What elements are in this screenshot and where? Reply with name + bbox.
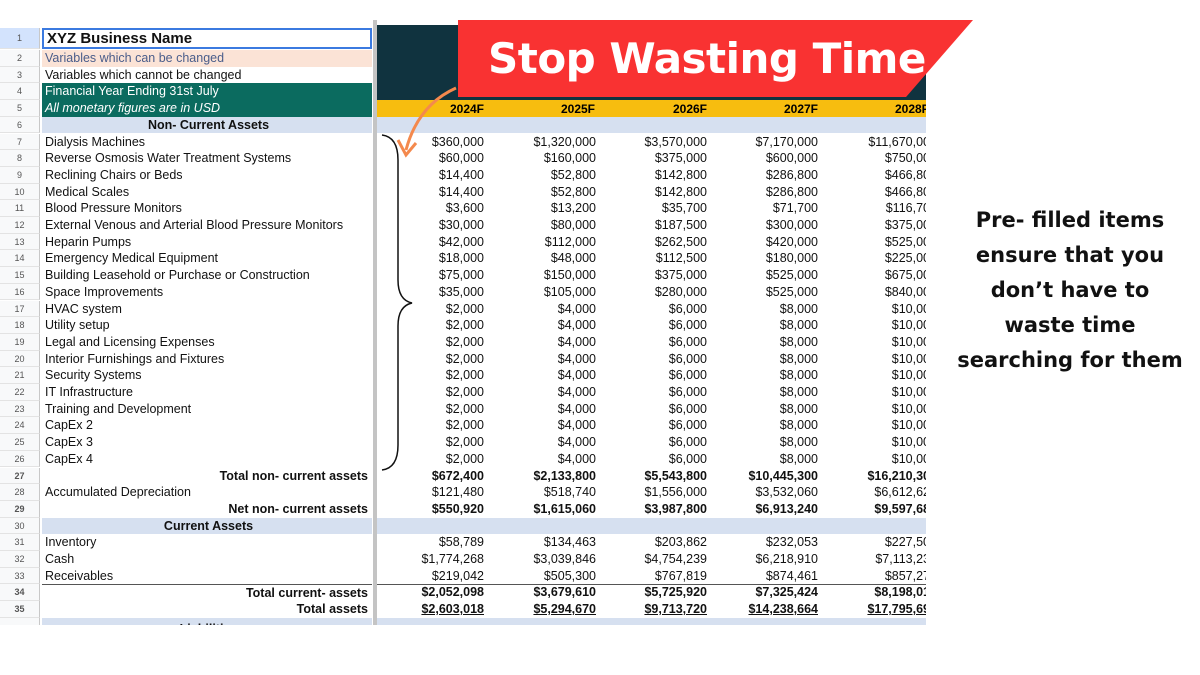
- banner-text: Stop Wasting Time: [488, 34, 926, 83]
- note-line: don’t have to: [990, 278, 1150, 302]
- note-line: ensure that you: [975, 243, 1165, 267]
- arrow-icon: [404, 86, 457, 151]
- note-line: Pre- filled items: [975, 208, 1165, 232]
- prefilled-note: Pre- filled items ensure that you don’t …: [945, 203, 1195, 378]
- stop-wasting-time-banner: Stop Wasting Time: [458, 20, 973, 97]
- note-line: waste time: [1004, 313, 1136, 337]
- note-line: searching for them: [957, 348, 1183, 372]
- curly-brace-icon: [381, 134, 413, 471]
